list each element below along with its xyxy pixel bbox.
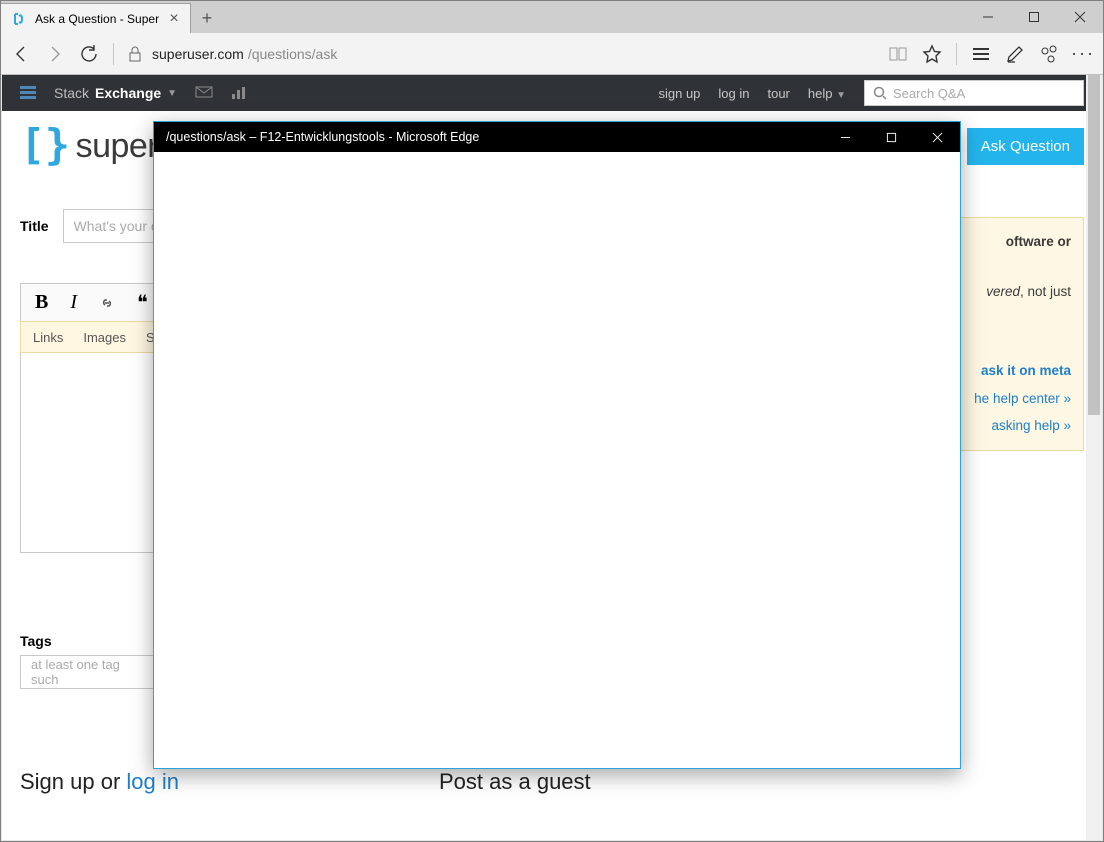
bold-button[interactable]: B bbox=[35, 291, 48, 314]
brace-icon: [} bbox=[20, 120, 70, 169]
help-link[interactable]: help ▼ bbox=[808, 86, 846, 101]
auth-prompt-row: Sign up or log in Post as a guest bbox=[20, 769, 1084, 795]
help-center-link[interactable]: he help center » bbox=[947, 389, 1071, 409]
signup-or-login: Sign up or log in bbox=[20, 769, 179, 795]
nav-separator bbox=[113, 43, 114, 65]
se-menu-icon[interactable] bbox=[20, 86, 36, 100]
devtools-title: /questions/ask – F12-Entwicklungstools -… bbox=[166, 130, 479, 144]
browser-nav-bar: superuser.com/questions/ask ··· bbox=[1, 33, 1103, 75]
window-minimize-button[interactable] bbox=[965, 1, 1011, 33]
post-as-guest: Post as a guest bbox=[439, 769, 591, 795]
new-tab-button[interactable]: + bbox=[191, 3, 223, 33]
tab-close-icon[interactable]: × bbox=[167, 12, 181, 26]
editor-hint-bar: Links Images St bbox=[20, 321, 160, 353]
search-box[interactable] bbox=[864, 80, 1084, 106]
browser-tab[interactable]: Ask a Question - Super × bbox=[1, 3, 191, 33]
scrollbar-thumb[interactable] bbox=[1088, 75, 1100, 415]
editor-body[interactable] bbox=[20, 353, 160, 553]
editor-toolbar: B I ❝ bbox=[20, 283, 160, 321]
title-label: Title bbox=[20, 218, 49, 234]
images-hint[interactable]: Images bbox=[83, 330, 126, 345]
devtools-body[interactable] bbox=[154, 152, 960, 768]
login-link[interactable]: log in bbox=[718, 86, 749, 101]
login-link-bottom[interactable]: log in bbox=[126, 769, 179, 794]
links-hint[interactable]: Links bbox=[33, 330, 63, 345]
devtools-maximize-button[interactable] bbox=[868, 122, 914, 152]
nav-forward-button[interactable] bbox=[45, 44, 65, 64]
favorite-icon[interactable] bbox=[922, 44, 942, 64]
stackexchange-logo[interactable]: StackExchange ▼ bbox=[54, 85, 177, 101]
favicon-icon bbox=[13, 12, 27, 26]
address-path: /questions/ask bbox=[248, 46, 338, 62]
devtools-titlebar[interactable]: /questions/ask – F12-Entwicklungstools -… bbox=[154, 122, 960, 152]
link-button[interactable] bbox=[99, 295, 115, 311]
browser-tab-strip: Ask a Question - Super × + bbox=[1, 1, 1103, 33]
share-icon[interactable] bbox=[1039, 44, 1059, 64]
tags-input[interactable]: at least one tag such bbox=[20, 655, 160, 689]
search-icon bbox=[873, 86, 887, 100]
hub-icon[interactable] bbox=[971, 44, 991, 64]
tab-title: Ask a Question - Super bbox=[35, 12, 159, 26]
inbox-icon[interactable] bbox=[195, 86, 213, 100]
ask-on-meta-link[interactable]: ask it on meta bbox=[981, 363, 1071, 378]
signup-link[interactable]: sign up bbox=[658, 86, 700, 101]
reading-view-icon[interactable] bbox=[888, 44, 908, 64]
more-button[interactable]: ··· bbox=[1073, 44, 1093, 64]
quote-button[interactable]: ❝ bbox=[137, 290, 148, 315]
address-host: superuser.com bbox=[152, 46, 244, 62]
chevron-down-icon: ▼ bbox=[836, 90, 846, 101]
asking-help-link[interactable]: asking help » bbox=[947, 416, 1071, 436]
page-scrollbar[interactable] bbox=[1086, 75, 1102, 840]
notes-icon[interactable] bbox=[1005, 44, 1025, 64]
nav-refresh-button[interactable] bbox=[79, 44, 99, 64]
window-close-button[interactable] bbox=[1057, 1, 1103, 33]
tour-link[interactable]: tour bbox=[767, 86, 789, 101]
devtools-minimize-button[interactable] bbox=[822, 122, 868, 152]
ask-question-button[interactable]: Ask Question bbox=[967, 128, 1084, 165]
stackexchange-topbar: StackExchange ▼ sign up log in tour help… bbox=[2, 75, 1102, 111]
chevron-down-icon: ▼ bbox=[167, 88, 177, 99]
lock-icon bbox=[128, 46, 142, 62]
nav-separator bbox=[956, 43, 957, 65]
italic-button[interactable]: I bbox=[70, 291, 77, 314]
nav-back-button[interactable] bbox=[11, 44, 31, 64]
address-bar[interactable]: superuser.com/questions/ask bbox=[128, 46, 874, 62]
search-input[interactable] bbox=[893, 86, 1075, 101]
achievements-icon[interactable] bbox=[231, 86, 247, 100]
devtools-close-button[interactable] bbox=[914, 122, 960, 152]
window-maximize-button[interactable] bbox=[1011, 1, 1057, 33]
devtools-window: /questions/ask – F12-Entwicklungstools -… bbox=[153, 121, 961, 769]
